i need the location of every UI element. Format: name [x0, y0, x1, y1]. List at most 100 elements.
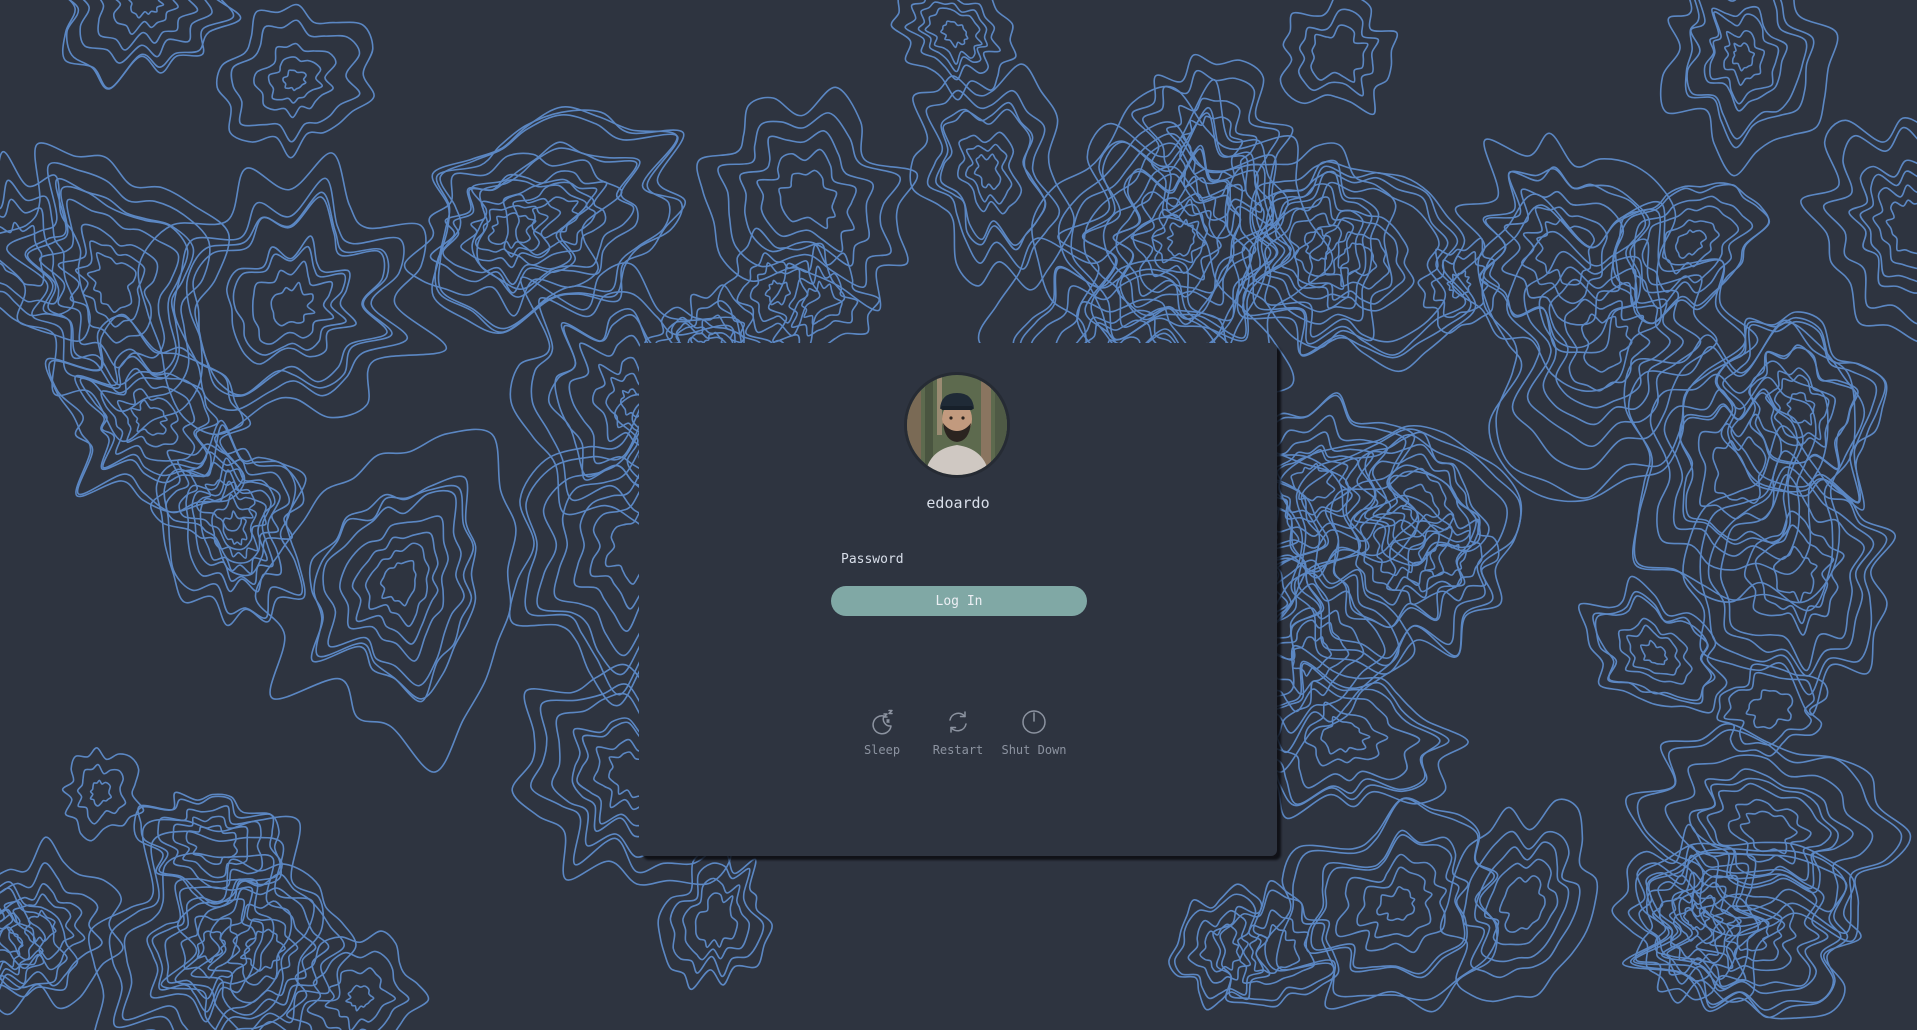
contour-line [657, 848, 773, 991]
contour-line [429, 173, 595, 294]
contour-line [1335, 853, 1447, 954]
contour-line [964, 143, 1013, 205]
restart-button[interactable]: Restart [924, 709, 992, 757]
contour-line [76, 763, 127, 825]
power-actions: Sleep Restart Shut Down [639, 709, 1277, 757]
contour-line [1212, 880, 1340, 1008]
contour-line [1723, 30, 1766, 86]
contour-line [1275, 797, 1499, 1001]
contour-line [1639, 639, 1669, 666]
contour-line [1401, 483, 1440, 523]
username-label: edoardo [926, 494, 990, 512]
contour-line [1786, 391, 1816, 426]
contour-line [1297, 8, 1380, 97]
password-field[interactable] [831, 546, 1087, 572]
sleep-label: Sleep [863, 743, 901, 757]
contour-line [173, 177, 409, 411]
contour-line [1481, 204, 1746, 499]
contour-line [1356, 866, 1433, 939]
contour-line [1305, 829, 1469, 979]
contour-line [127, 0, 165, 19]
contour-line [890, 0, 1017, 101]
contour-line [1659, 0, 1839, 177]
sleep-button[interactable]: Sleep [848, 709, 916, 757]
contour-line [1617, 617, 1693, 685]
contour-line [909, 63, 1075, 291]
contour-line [1626, 624, 1681, 676]
contour-line [431, 109, 686, 334]
contour-line [1739, 810, 1798, 855]
contour-line [1712, 436, 1767, 505]
contour-line [1310, 24, 1369, 83]
contour-line [1258, 662, 1441, 805]
contour-line [531, 196, 579, 239]
contour-line [1279, 0, 1399, 116]
contour-line [1166, 218, 1196, 257]
contour-line [79, 355, 210, 477]
contour-line [1885, 199, 1917, 255]
contour-line [185, 191, 393, 396]
restart-icon [949, 711, 967, 733]
contour-line [364, 542, 430, 628]
contour-line [956, 131, 1023, 215]
contour-line [940, 20, 969, 49]
contour-line [973, 153, 1002, 191]
contour-line [137, 152, 447, 436]
contour-line [939, 108, 1047, 246]
contour-line [1498, 875, 1546, 933]
power-icon [1022, 710, 1046, 734]
contour-line [1872, 184, 1917, 270]
contour-line [112, 0, 179, 35]
contour-line [282, 69, 307, 92]
contour-line [270, 281, 316, 327]
contour-line [925, 89, 1061, 270]
contour-line [215, 3, 375, 159]
login-button[interactable]: Log In [831, 586, 1087, 616]
contour-line [253, 42, 337, 119]
shutdown-label: Shut Down [1001, 743, 1067, 757]
contour-line [232, 245, 347, 356]
contour-line [801, 280, 843, 326]
contour-line [116, 388, 179, 448]
contour-line [185, 824, 238, 865]
contour-line [1716, 663, 1829, 757]
contour-line [1592, 595, 1713, 702]
contour-line [89, 779, 112, 807]
contour-line [1376, 885, 1416, 922]
contour-line [694, 892, 739, 949]
contour-line [1264, 181, 1447, 343]
restart-label: Restart [932, 743, 984, 757]
contour-line [267, 56, 323, 104]
contour-line [1386, 467, 1455, 538]
shutdown-button[interactable]: Shut Down [1000, 709, 1068, 757]
contour-line [1632, 195, 1754, 310]
contour-line [487, 212, 537, 249]
contour-line [379, 559, 417, 607]
contour-line [1359, 504, 1440, 592]
contour-line [1800, 116, 1917, 343]
contour-line [1731, 42, 1756, 72]
contour-line [180, 915, 239, 979]
contour-line [61, 747, 145, 842]
contour-line [1745, 689, 1794, 730]
contour-line [1678, 388, 1804, 545]
contour-line [1669, 909, 1726, 966]
contour-line [0, 926, 24, 954]
login-card: edoardo Log In Sleep Restart Shut Down [639, 343, 1277, 856]
contour-line [1273, 680, 1421, 789]
contour-line [917, 1, 989, 73]
contour-line [345, 984, 375, 1012]
user-avatar [907, 375, 1007, 475]
contour-line [172, 815, 249, 879]
contour-line [1439, 798, 1599, 1003]
contour-line [682, 877, 751, 961]
contour-line [1674, 229, 1707, 259]
contour-line [313, 484, 475, 703]
contour-line [1320, 715, 1371, 755]
contour-line [1822, 126, 1917, 325]
contour-line [696, 86, 919, 312]
contour-line [225, 235, 357, 365]
contour-line [1714, 311, 1888, 511]
contour-line [924, 7, 983, 65]
contour-line [778, 169, 838, 230]
